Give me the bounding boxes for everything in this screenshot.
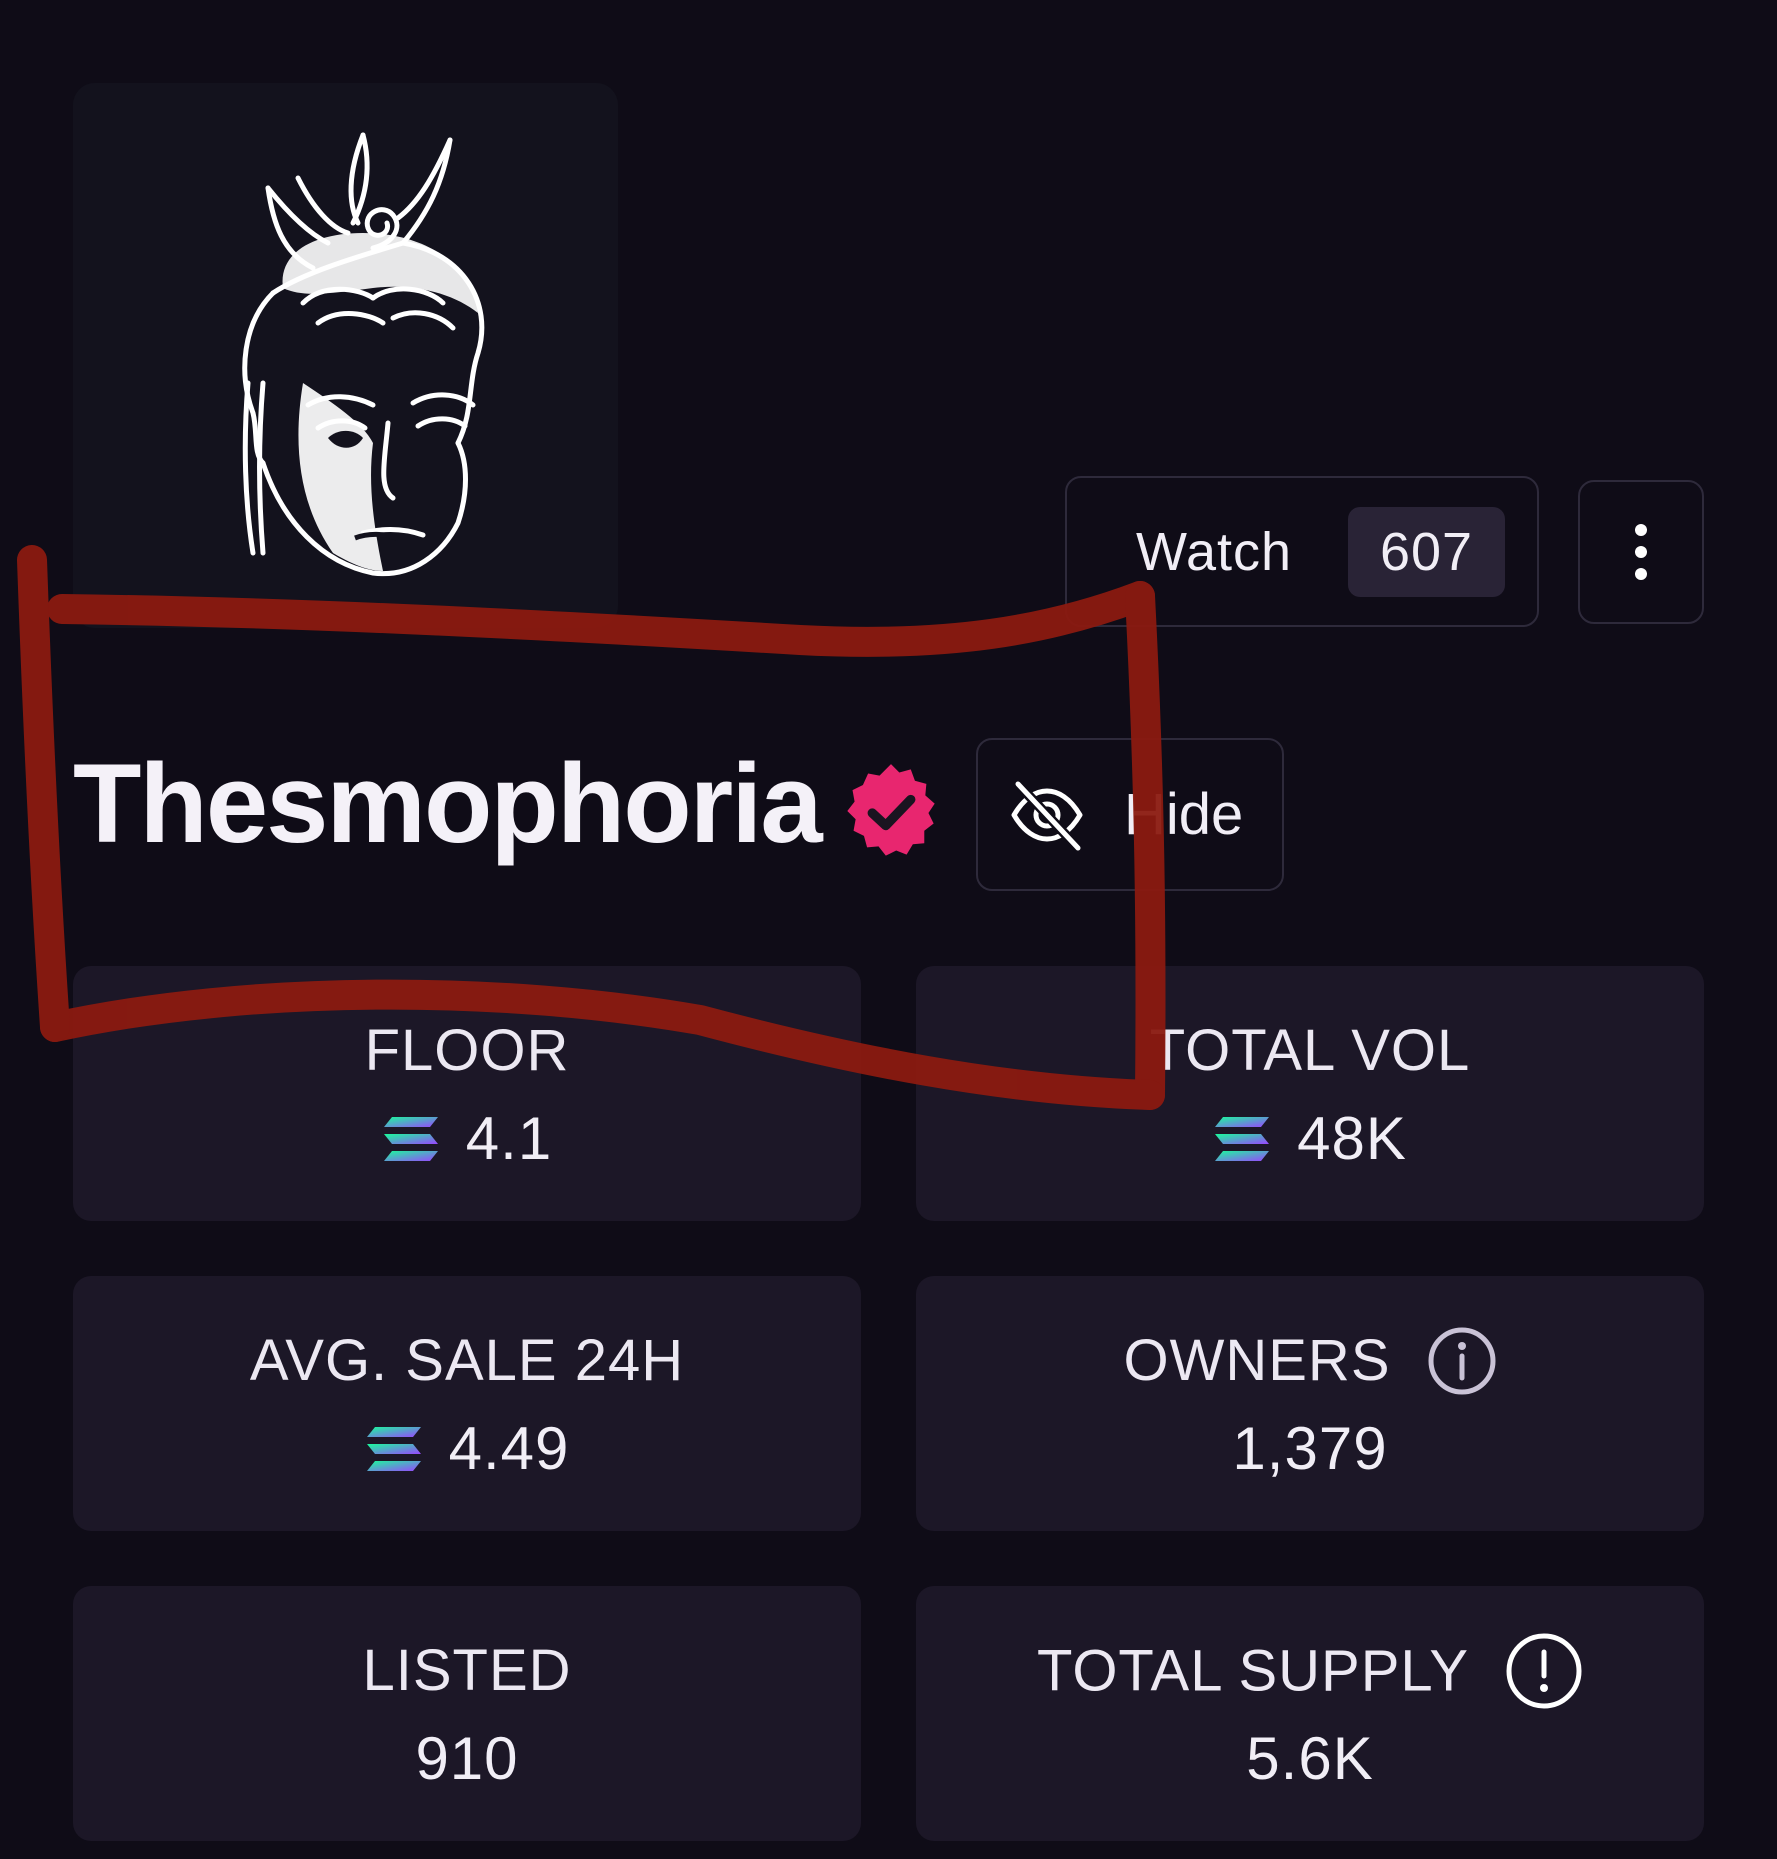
stat-value-row: 4.49 bbox=[73, 1413, 861, 1485]
stat-card-total-supply: TOTAL SUPPLY 5.6K bbox=[916, 1586, 1704, 1841]
stat-value-row: 48K bbox=[916, 1103, 1704, 1175]
info-icon[interactable] bbox=[1427, 1326, 1497, 1396]
stat-value: 5.6K bbox=[1246, 1725, 1374, 1792]
stat-value: 4.49 bbox=[448, 1415, 570, 1482]
stat-value-row: 4.1 bbox=[73, 1103, 861, 1175]
vertical-ellipsis-icon bbox=[1635, 524, 1647, 580]
stat-card-total-vol: TOTAL VOL 48K bbox=[916, 966, 1704, 1221]
solana-icon bbox=[1215, 1117, 1270, 1162]
stat-card-avg-sale-24h: AVG. SALE 24H 4.49 bbox=[73, 1276, 861, 1531]
stat-label-row: OWNERS bbox=[916, 1326, 1704, 1400]
collection-image[interactable] bbox=[73, 83, 618, 628]
stat-label: LISTED bbox=[362, 1638, 572, 1703]
stat-value: 1,379 bbox=[1232, 1415, 1388, 1482]
watch-label: Watch bbox=[1136, 521, 1293, 582]
solana-icon bbox=[366, 1427, 421, 1472]
collection-title: Thesmophoria bbox=[73, 741, 823, 866]
eye-off-icon bbox=[1011, 780, 1083, 851]
stat-label: OWNERS bbox=[1123, 1328, 1391, 1393]
hide-label: Hide bbox=[1124, 782, 1244, 847]
stat-value: 48K bbox=[1297, 1105, 1407, 1172]
stat-label: TOTAL SUPPLY bbox=[1036, 1638, 1470, 1704]
crowned-face-portrait-icon bbox=[73, 83, 618, 628]
stat-label: AVG. SALE 24H bbox=[249, 1328, 685, 1393]
solana-icon bbox=[383, 1117, 438, 1162]
stat-card-floor: FLOOR 4.1 bbox=[73, 966, 861, 1221]
alert-icon[interactable] bbox=[1505, 1632, 1583, 1710]
more-options-button[interactable] bbox=[1578, 480, 1704, 624]
stat-label: TOTAL VOL bbox=[1149, 1018, 1471, 1083]
watch-count-badge: 607 bbox=[1348, 506, 1506, 597]
stat-label: FLOOR bbox=[364, 1018, 570, 1083]
verified-badge-icon bbox=[847, 764, 935, 856]
hide-button[interactable]: Hide bbox=[976, 738, 1284, 891]
stat-label-row: TOTAL SUPPLY bbox=[916, 1633, 1704, 1714]
stat-card-owners: OWNERS 1,379 bbox=[916, 1276, 1704, 1531]
stat-value: 4.1 bbox=[465, 1105, 553, 1172]
stat-value: 910 bbox=[415, 1725, 519, 1792]
watch-button[interactable]: Watch 607 bbox=[1065, 476, 1539, 627]
stat-card-listed: LISTED 910 bbox=[73, 1586, 861, 1841]
